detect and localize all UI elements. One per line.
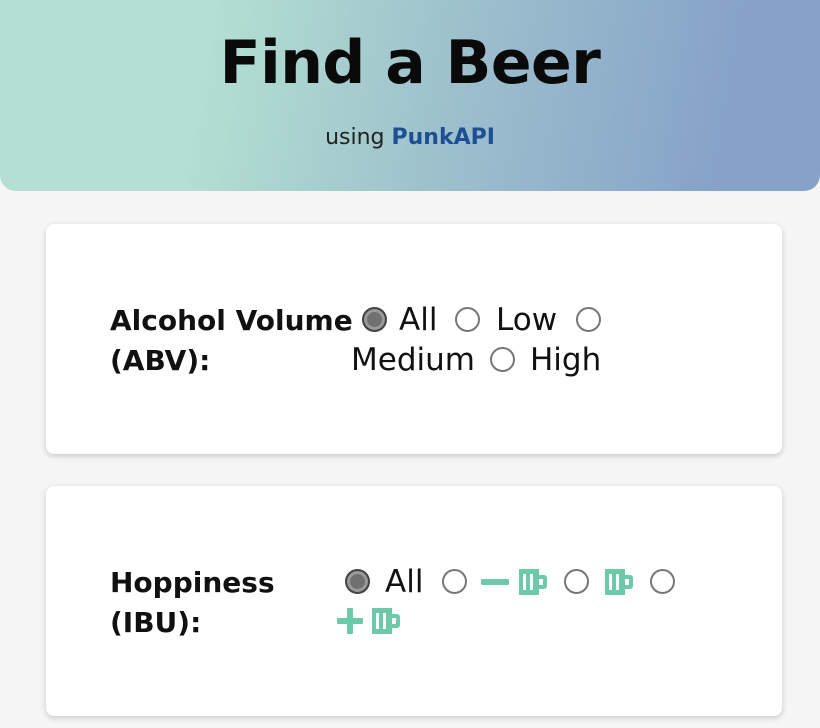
abv-option-all-label: All — [399, 302, 438, 338]
ibu-filter-label: Hoppiness (IBU): — [110, 563, 275, 643]
subtitle-prefix: using — [325, 125, 385, 150]
abv-radio-medium[interactable] — [576, 307, 601, 332]
ibu-filter-card: Hoppiness (IBU): All — [46, 486, 782, 716]
abv-radio-high[interactable] — [490, 347, 515, 372]
ibu-radio-medium[interactable] — [564, 569, 589, 594]
punkapi-link[interactable]: PunkAPI — [392, 125, 495, 150]
page-header: Find a Beer using PunkAPI — [0, 0, 820, 191]
ibu-radio-low[interactable] — [442, 569, 467, 594]
ibu-label-line2: (IBU): — [110, 606, 202, 639]
plus-beer-mug-icon — [337, 608, 400, 634]
ibu-option-all-label: All — [385, 564, 424, 600]
ibu-radio-all[interactable] — [345, 569, 370, 594]
ibu-label-line1: Hoppiness — [110, 566, 275, 599]
abv-label-line1: Alcohol Volume — [110, 304, 353, 337]
abv-option-high-label: High — [530, 342, 602, 378]
abv-filter-label: Alcohol Volume (ABV): — [110, 301, 353, 381]
ibu-radio-high[interactable] — [650, 569, 675, 594]
page-title: Find a Beer — [219, 28, 601, 98]
abv-radio-low[interactable] — [455, 307, 480, 332]
beer-mug-icon — [605, 569, 633, 595]
abv-option-medium-label: Medium — [351, 342, 475, 378]
abv-filter-card: Alcohol Volume (ABV): All Low Medium Hig… — [46, 224, 782, 454]
minus-beer-mug-icon — [481, 569, 547, 595]
page-subtitle: using PunkAPI — [0, 124, 820, 152]
abv-radio-all[interactable] — [362, 307, 387, 332]
abv-label-line2: (ABV): — [110, 344, 211, 377]
abv-option-low-label: Low — [496, 302, 558, 338]
